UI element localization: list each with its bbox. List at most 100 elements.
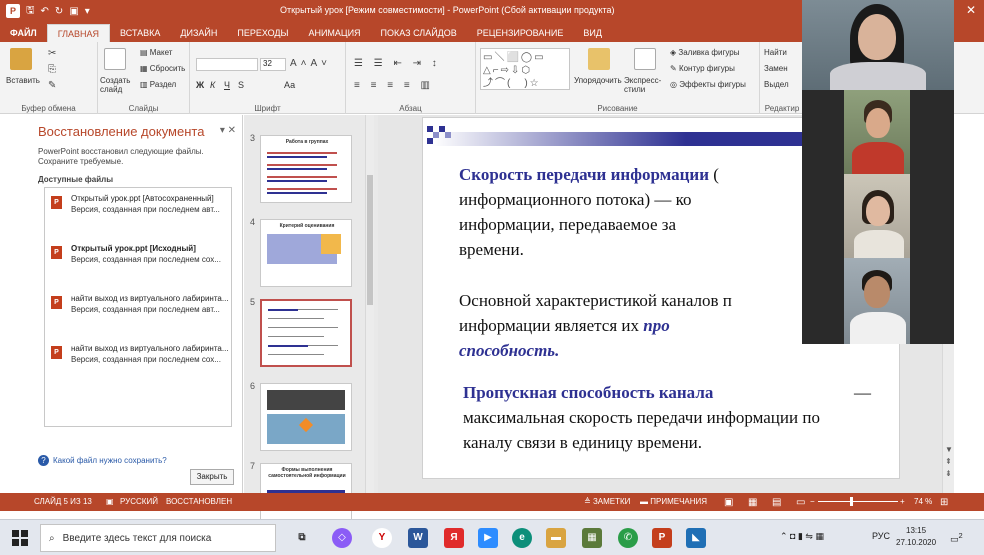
scroll-down-icon[interactable]: ▼ [945, 445, 953, 454]
taskbar-clock[interactable]: 13:15 27.10.2020 [896, 525, 936, 549]
strike-button[interactable]: S [238, 80, 244, 90]
tab-7[interactable]: РЕЦЕНЗИРОВАНИЕ [467, 24, 574, 42]
zoom-app-icon[interactable]: ▶ [478, 528, 498, 548]
slide-sorter-icon[interactable]: ▦ [748, 497, 757, 508]
new-slide-icon[interactable] [104, 48, 126, 70]
change-case-button[interactable]: Аа [284, 80, 295, 90]
zoom-out-icon[interactable]: − [810, 497, 815, 506]
find-button[interactable]: Найти [764, 48, 787, 57]
layout-button[interactable]: ▤ Макет [140, 48, 172, 57]
reset-button[interactable]: ▦ Сбросить [140, 64, 185, 73]
thumbnails-scrollbar[interactable] [365, 115, 374, 493]
task-view-icon[interactable]: ⧉ [292, 528, 312, 548]
yandex-icon[interactable]: Я [444, 528, 464, 548]
ppt-file-icon: P [51, 346, 62, 359]
arrange-button[interactable]: Упорядочить [574, 76, 622, 85]
prev-slide-icon[interactable]: ⇞ [945, 457, 952, 466]
zoom-level[interactable]: 74 % [914, 497, 932, 506]
cut-icon[interactable]: ✂ [48, 48, 60, 59]
tab-8[interactable]: ВИД [573, 24, 612, 42]
tab-2[interactable]: ВСТАВКА [110, 24, 170, 42]
undo-icon[interactable]: ↶ [41, 6, 49, 17]
vpn-app-icon[interactable]: ◣ [686, 528, 706, 548]
notification-center-icon[interactable]: ▭2 [950, 531, 963, 545]
slide-thumbnail[interactable] [260, 299, 352, 367]
replace-button[interactable]: Замен [764, 64, 788, 73]
powerpoint-taskbar-icon[interactable]: P [652, 528, 672, 548]
comments-button[interactable]: ▬ ПРИМЕЧАНИЯ [640, 497, 707, 506]
edge-icon[interactable]: e [512, 528, 532, 548]
zoom-slider-knob[interactable] [850, 497, 853, 506]
font-size-select[interactable]: 32 [260, 58, 286, 71]
taskbar-search[interactable]: ⌕ Введите здесь текст для поиска [40, 524, 276, 552]
file-name: найти выход из виртуального лабиринта... [71, 344, 229, 353]
shape-effects-button[interactable]: ◎ Эффекты фигуры [670, 80, 746, 89]
word-icon[interactable]: W [408, 528, 428, 548]
normal-view-icon[interactable]: ▣ [724, 497, 733, 508]
tab-3[interactable]: ДИЗАЙН [170, 24, 227, 42]
section-button[interactable]: ▥ Раздел [140, 80, 176, 89]
font-grow-shrink-icons[interactable]: A˄A˅ [290, 58, 331, 69]
align-icons[interactable]: ≡ ≡ ≡ ≡ ▥ [354, 80, 434, 91]
video-tile-student-2[interactable] [844, 174, 910, 258]
clock-time: 13:15 [906, 526, 927, 535]
close-window-button[interactable]: ✕ [966, 3, 976, 17]
list-bullets-icon[interactable]: ☰ ☰ ⇤ ⇥ ↕ [354, 58, 441, 69]
font-family-select[interactable] [196, 58, 258, 71]
app-icon[interactable]: ◇ [332, 528, 352, 548]
new-slide-button[interactable]: Создать слайд [100, 76, 136, 94]
fit-slide-icon[interactable]: ⊞ [940, 497, 948, 508]
slide-thumbnail[interactable] [260, 383, 352, 451]
shapes-gallery[interactable]: ▭＼⬜◯▭ △⌐⇨⇩⬡ ⤴⌒( )☆ [480, 48, 570, 90]
system-tray-icons[interactable]: ⌃ ◘ ▮ ⇋ ▦ [780, 531, 824, 542]
whatsapp-icon[interactable]: ✆ [618, 528, 638, 548]
italic-button[interactable]: К [210, 80, 215, 90]
shape-outline-button[interactable]: ✎ Контур фигуры [670, 64, 735, 73]
reading-view-icon[interactable]: ▤ [772, 497, 781, 508]
start-slideshow-icon[interactable]: ▣ [69, 6, 78, 17]
bold-button[interactable]: Ж [196, 80, 204, 90]
video-tile-student-3[interactable] [844, 258, 910, 344]
which-file-help-link[interactable]: ? Какой файл нужно сохранить? [38, 455, 167, 466]
format-painter-icon[interactable]: ✎ [48, 80, 60, 91]
file-explorer-icon[interactable]: ▬ [546, 528, 566, 548]
close-pane-icon[interactable]: ▾ ✕ [220, 125, 236, 136]
underline-button[interactable]: Ч [224, 80, 230, 90]
windows-start-icon[interactable] [12, 530, 28, 546]
game-app-icon[interactable]: ▦ [582, 528, 602, 548]
paste-icon[interactable] [10, 48, 32, 70]
language-indicator[interactable]: РУССКИЙ [120, 497, 158, 506]
tab-5[interactable]: АНИМАЦИЯ [298, 24, 370, 42]
close-recovery-button[interactable]: Закрыть [190, 469, 234, 485]
tab-4[interactable]: ПЕРЕХОДЫ [227, 24, 298, 42]
video-tile-teacher[interactable] [802, 0, 954, 90]
keyboard-language[interactable]: РУС [872, 531, 890, 541]
next-slide-icon[interactable]: ⇟ [945, 469, 952, 478]
slide-thumbnail[interactable]: Работа в группах [260, 135, 352, 203]
quick-styles-icon[interactable] [634, 48, 656, 70]
zoom-slider[interactable] [818, 501, 898, 502]
notes-button[interactable]: ≜ ЗАМЕТКИ [584, 497, 630, 506]
video-tile-student-1[interactable] [844, 90, 910, 174]
clipboard-group: Вставить ✂ ⎘ ✎ Буфер обмена [0, 42, 98, 114]
zoom-in-icon[interactable]: + [900, 497, 905, 506]
layout-label: Макет [149, 48, 173, 57]
copy-icon[interactable]: ⎘ [48, 64, 60, 75]
slide-paragraph-3[interactable]: Пропускная способность канала — максимал… [463, 380, 871, 455]
tab-1[interactable]: ГЛАВНАЯ [46, 24, 111, 42]
customize-qat-icon[interactable]: ▾ [85, 6, 90, 17]
yandex-browser-icon[interactable]: Y [372, 528, 392, 548]
slideshow-view-icon[interactable]: ▭ [796, 497, 805, 508]
spellcheck-icon[interactable]: ▣ [106, 497, 114, 506]
arrange-icon[interactable] [588, 48, 610, 70]
select-button[interactable]: Выдел [764, 80, 789, 89]
tab-0[interactable]: ФАЙЛ [0, 24, 47, 42]
slide-thumbnail[interactable]: Критерий оценивания [260, 219, 352, 287]
tab-6[interactable]: ПОКАЗ СЛАЙДОВ [371, 24, 467, 42]
shape-fill-button[interactable]: ◈ Заливка фигуры [670, 48, 739, 57]
quick-styles-button[interactable]: Экспресс-стили [624, 76, 668, 94]
redo-icon[interactable]: ↻ [55, 6, 63, 17]
paste-button[interactable]: Вставить [6, 76, 40, 85]
thumbnails-scroll-thumb[interactable] [367, 175, 373, 305]
save-icon[interactable]: 🖫 [26, 3, 35, 20]
